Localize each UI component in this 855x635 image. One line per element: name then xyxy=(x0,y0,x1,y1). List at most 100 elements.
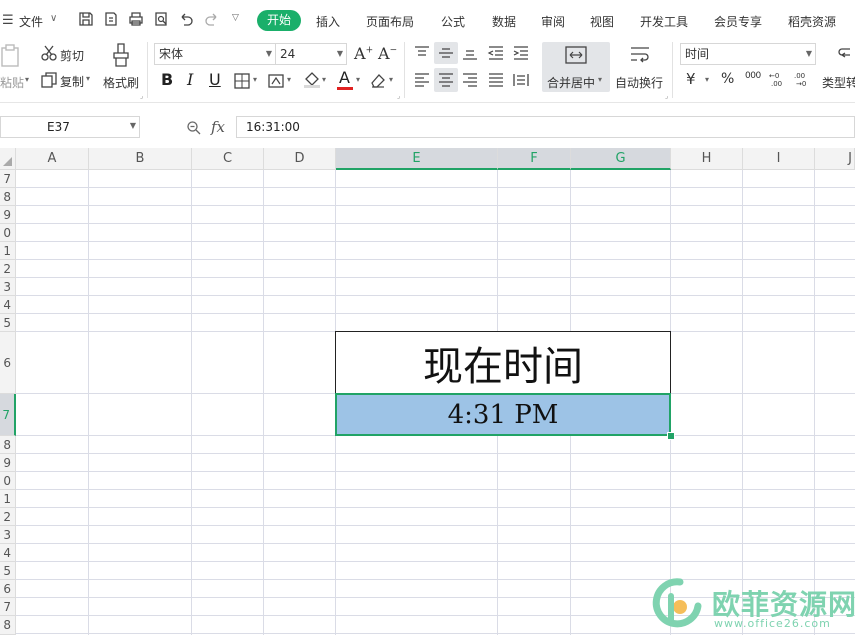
row-header[interactable]: 7 xyxy=(0,598,16,616)
fx-icon[interactable]: fx xyxy=(211,118,225,136)
font-name-select[interactable]: 宋体 ▼ xyxy=(154,43,276,65)
distributed-align-icon[interactable] xyxy=(512,71,530,89)
column-header-b[interactable]: B xyxy=(89,148,192,170)
justify-icon[interactable] xyxy=(487,71,505,89)
border-icon[interactable] xyxy=(233,72,251,90)
row-header[interactable]: 5 xyxy=(0,314,16,332)
customize-dropdown-icon[interactable]: ▽ xyxy=(232,13,239,23)
increase-indent-icon[interactable] xyxy=(512,44,530,62)
tab-member[interactable]: 会员专享 xyxy=(714,13,762,30)
column-header-a[interactable]: A xyxy=(16,148,89,170)
fill-handle[interactable] xyxy=(667,432,675,440)
column-header-j[interactable]: J xyxy=(815,148,855,170)
row-header[interactable]: 5 xyxy=(0,562,16,580)
type-convert-button[interactable]: 类型转 xyxy=(822,74,855,91)
chevron-down-icon[interactable]: ∨ xyxy=(50,13,57,24)
fill-color-dropdown-icon[interactable]: ▾ xyxy=(322,75,326,84)
tab-formulas[interactable]: 公式 xyxy=(441,13,465,30)
type-convert-icon[interactable] xyxy=(836,46,855,66)
column-header-e[interactable]: E xyxy=(336,148,498,170)
column-header-d[interactable]: D xyxy=(264,148,336,170)
decrease-font-size-icon[interactable]: A− xyxy=(378,44,397,63)
column-header-c[interactable]: C xyxy=(192,148,264,170)
paste-icon[interactable] xyxy=(0,44,22,68)
dialog-launcher-icon[interactable]: ⌟ xyxy=(397,92,400,100)
column-header-f[interactable]: F xyxy=(498,148,571,170)
bold-button[interactable]: B xyxy=(161,70,173,89)
row-header[interactable]: 9 xyxy=(0,206,16,224)
merge-center-button[interactable]: 合并居中 xyxy=(547,74,595,91)
hamburger-icon[interactable]: ☰ xyxy=(2,13,14,28)
column-header-g[interactable]: G xyxy=(571,148,671,170)
percent-button[interactable]: % xyxy=(721,71,734,87)
name-box[interactable]: E37 ▼ xyxy=(0,116,140,138)
decrease-decimal-icon[interactable]: .00→0 xyxy=(794,70,812,88)
font-color-icon[interactable]: A xyxy=(339,68,350,87)
file-menu[interactable]: 文件 xyxy=(19,13,43,30)
underline-button[interactable]: U xyxy=(209,70,221,89)
format-painter-button[interactable]: 格式刷 xyxy=(103,74,139,91)
row-header[interactable]: 1 xyxy=(0,242,16,260)
align-bottom-icon[interactable] xyxy=(461,44,479,62)
copy-button[interactable]: 复制 xyxy=(60,73,84,90)
row-header[interactable]: 6 xyxy=(0,332,16,394)
row-header[interactable]: 0 xyxy=(0,472,16,490)
row-header[interactable]: 1 xyxy=(0,490,16,508)
currency-dropdown-icon[interactable]: ▾ xyxy=(705,75,709,84)
font-size-select[interactable]: 24 ▼ xyxy=(275,43,347,65)
border-dropdown-icon[interactable]: ▾ xyxy=(253,75,257,84)
fill-color-icon[interactable] xyxy=(303,70,321,88)
tab-page-layout[interactable]: 页面布局 xyxy=(366,13,414,30)
copy-dropdown-icon[interactable]: ▾ xyxy=(86,74,90,83)
print-icon[interactable] xyxy=(128,11,144,27)
format-painter-icon[interactable] xyxy=(110,42,132,68)
row-header-selected[interactable]: 7 xyxy=(0,394,16,436)
export-icon[interactable] xyxy=(103,11,119,27)
dialog-launcher-icon[interactable]: ⌟ xyxy=(665,92,668,100)
decrease-indent-icon[interactable] xyxy=(487,44,505,62)
row-header[interactable]: 2 xyxy=(0,260,16,278)
clear-format-icon[interactable] xyxy=(369,71,387,89)
merge-dropdown-icon[interactable]: ▾ xyxy=(598,75,602,84)
row-header[interactable]: 8 xyxy=(0,616,16,635)
redo-icon[interactable] xyxy=(204,11,220,27)
column-header-i[interactable]: I xyxy=(743,148,815,170)
row-header[interactable]: 6 xyxy=(0,580,16,598)
row-header[interactable]: 4 xyxy=(0,296,16,314)
align-center-icon[interactable] xyxy=(437,71,455,89)
paste-dropdown-icon[interactable]: ▾ xyxy=(25,75,29,84)
row-header[interactable]: 2 xyxy=(0,508,16,526)
print-preview-icon[interactable] xyxy=(153,11,169,27)
row-header[interactable]: 3 xyxy=(0,278,16,296)
tab-home[interactable]: 开始 xyxy=(257,10,301,31)
dialog-launcher-icon[interactable]: ⌟ xyxy=(140,92,143,100)
tab-review[interactable]: 审阅 xyxy=(541,13,565,30)
tab-data[interactable]: 数据 xyxy=(492,13,516,30)
select-all-corner[interactable] xyxy=(0,148,16,170)
tab-insert[interactable]: 插入 xyxy=(316,13,340,30)
font-color-dropdown-icon[interactable]: ▾ xyxy=(356,75,360,84)
clear-format-dropdown-icon[interactable]: ▾ xyxy=(389,75,393,84)
wrap-text-button[interactable]: 自动换行 xyxy=(615,74,663,91)
row-header[interactable]: 8 xyxy=(0,188,16,206)
align-right-icon[interactable] xyxy=(461,71,479,89)
align-top-icon[interactable] xyxy=(413,44,431,62)
cell-style-dropdown-icon[interactable]: ▾ xyxy=(287,75,291,84)
undo-icon[interactable] xyxy=(178,11,194,27)
row-header[interactable]: 8 xyxy=(0,436,16,454)
copy-icon[interactable] xyxy=(40,71,58,89)
align-middle-icon[interactable] xyxy=(437,44,455,62)
wrap-text-icon[interactable] xyxy=(628,45,652,65)
column-header-h[interactable]: H xyxy=(671,148,743,170)
merge-cells-icon[interactable] xyxy=(564,45,588,65)
thousands-separator-button[interactable]: 000 xyxy=(745,71,761,81)
tab-docer-resources[interactable]: 稻壳资源 xyxy=(788,13,836,30)
formula-input[interactable]: 16:31:00 xyxy=(236,116,855,138)
tab-developer[interactable]: 开发工具 xyxy=(640,13,688,30)
time-cell-selected[interactable]: 4:31 PM xyxy=(335,393,671,436)
save-icon[interactable] xyxy=(78,11,94,27)
row-header[interactable]: 7 xyxy=(0,170,16,188)
zoom-icon[interactable] xyxy=(186,120,202,136)
row-header[interactable]: 0 xyxy=(0,224,16,242)
title-cell[interactable]: 现在时间 xyxy=(335,331,671,394)
